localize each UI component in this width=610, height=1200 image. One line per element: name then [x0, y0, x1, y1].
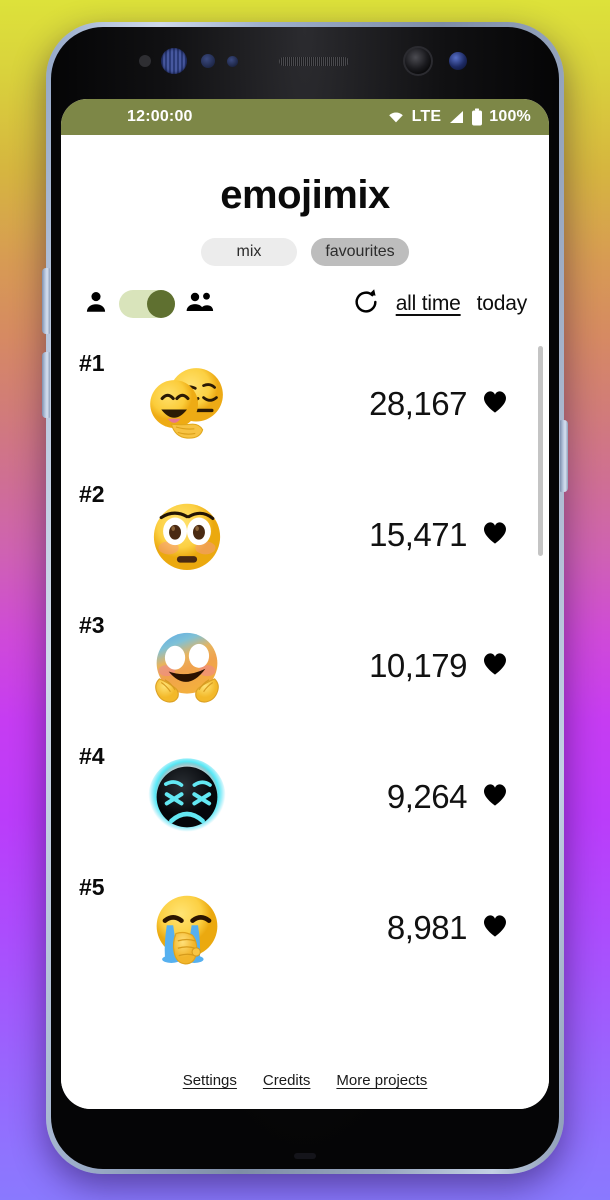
signal-bars-icon [447, 109, 465, 125]
grinning-face-mixed-with-thinking-face-icon [150, 367, 223, 439]
score-cell: 9,264 [243, 778, 535, 816]
rank-label: #3 [79, 612, 105, 638]
people-icon[interactable] [185, 289, 215, 320]
footer-link-settings[interactable]: Settings [183, 1072, 237, 1089]
ir-sensor-icon [227, 56, 238, 67]
emoji-cell [131, 620, 243, 712]
app-content: emojimix mix favourites all time today #… [61, 135, 549, 1109]
refresh-icon[interactable] [352, 288, 380, 321]
phone-frame: 12:00:00 LTE 100% emojimix mix favourite… [42, 22, 568, 1174]
network-type-label: LTE [411, 108, 442, 125]
hugging-face-rainbow-gradient-icon [155, 632, 219, 703]
rank-label: #4 [79, 743, 105, 769]
score-cell: 8,981 [243, 909, 535, 947]
score-value: 9,264 [386, 777, 468, 815]
table-row[interactable]: #3 10,179 [61, 600, 549, 731]
front-camera-icon [403, 46, 433, 76]
heart-icon[interactable] [481, 781, 509, 812]
score-cell: 15,471 [243, 516, 535, 554]
emoji-cell [131, 751, 243, 843]
phone-bezel: 12:00:00 LTE 100% emojimix mix favourite… [51, 27, 559, 1169]
range-all-time[interactable]: all time [396, 292, 461, 316]
table-row[interactable]: #4 9,264 [61, 731, 549, 862]
emoji-cell [131, 489, 243, 581]
led-indicator-icon [449, 52, 467, 70]
heart-icon[interactable] [481, 912, 509, 943]
score-value: 15,471 [369, 515, 467, 553]
audience-toggle-thumb[interactable] [147, 290, 175, 318]
phone-screen: 12:00:00 LTE 100% emojimix mix favourite… [61, 99, 549, 1109]
rank-label: #1 [79, 350, 105, 376]
table-row[interactable]: #2 15,471 [61, 469, 549, 600]
controls-row: all time today [61, 284, 549, 324]
table-row[interactable]: #5 8,981 [61, 862, 549, 993]
heart-icon[interactable] [481, 388, 509, 419]
rank-label: #5 [79, 874, 105, 900]
table-row[interactable]: #1 28,167 [61, 338, 549, 469]
audience-toggle[interactable] [119, 290, 175, 318]
heart-icon[interactable] [481, 650, 509, 681]
loudly-crying-face-with-fist-icon [156, 895, 218, 964]
footer-link-credits[interactable]: Credits [263, 1072, 311, 1089]
proximity-sensor-icon [139, 55, 151, 67]
time-range-group: all time today [352, 288, 527, 321]
volume-down-button[interactable] [42, 352, 50, 418]
battery-full-icon [471, 108, 483, 126]
footer-link-more-projects[interactable]: More projects [336, 1072, 427, 1089]
score-value: 8,981 [386, 908, 468, 946]
light-sensor-icon [201, 54, 215, 68]
mode-tabs: mix favourites [61, 238, 549, 266]
tab-mix[interactable]: mix [201, 238, 297, 266]
power-button[interactable] [560, 420, 568, 492]
score-cell: 28,167 [243, 385, 535, 423]
heart-icon[interactable] [481, 519, 509, 550]
rank-label: #2 [79, 481, 105, 507]
earpiece-speaker-icon [279, 57, 349, 66]
battery-percent-label: 100% [489, 108, 531, 125]
wifi-icon [386, 109, 406, 125]
score-value: 10,179 [369, 646, 467, 684]
flushed-face-with-wide-eyes-icon [153, 503, 221, 570]
status-bar: 12:00:00 LTE 100% [61, 99, 549, 135]
volume-up-button[interactable] [42, 268, 50, 334]
emoji-cell [131, 882, 243, 974]
list-scrollbar-thumb[interactable] [538, 346, 543, 556]
score-value: 28,167 [369, 384, 467, 422]
score-cell: 10,179 [243, 647, 535, 685]
page-title: emojimix [220, 173, 390, 217]
status-bar-indicators: LTE 100% [386, 108, 531, 126]
tab-favourites[interactable]: favourites [311, 238, 409, 266]
list-scrollbar[interactable] [538, 346, 543, 986]
iris-scanner-icon [161, 48, 187, 74]
status-bar-clock: 12:00:00 [127, 108, 193, 125]
emoji-cell [131, 358, 243, 450]
footer-links: Settings Credits More projects [61, 1072, 549, 1109]
dark-persevering-face-cyan-icon [148, 757, 226, 836]
bottom-speaker-icon [294, 1153, 316, 1159]
leaderboard-list[interactable]: #1 28,167 #2 15,471 #3 10,179 #4 9,264 #… [61, 338, 549, 1072]
range-today[interactable]: today [477, 292, 528, 316]
audience-toggle-group [83, 289, 215, 320]
phone-sensor-bar [51, 27, 559, 99]
person-icon[interactable] [83, 289, 109, 320]
